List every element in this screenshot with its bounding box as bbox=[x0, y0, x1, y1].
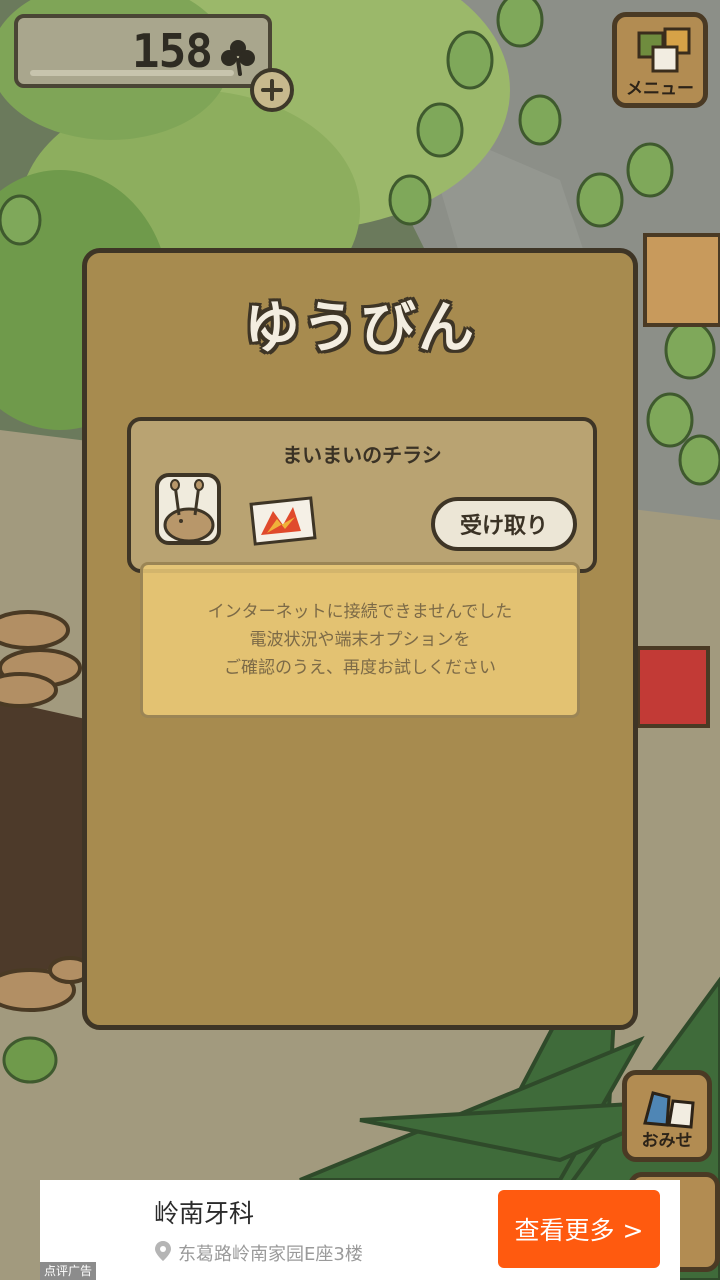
ad-title: 岭南牙科 bbox=[154, 1199, 255, 1228]
ad-address: 东葛路岭南家园E座3楼 bbox=[178, 1244, 363, 1265]
menu-button[interactable]: メニュー bbox=[612, 12, 708, 108]
menu-label: メニュー bbox=[626, 79, 694, 99]
location-pin-icon bbox=[155, 1241, 171, 1261]
error-line-2: 電波状況や端末オプションを bbox=[249, 630, 471, 650]
receive-button[interactable]: 受け取り bbox=[431, 497, 577, 551]
mail-item: まいまいのチラシ 受け取り bbox=[127, 417, 597, 573]
connection-error-toast: インターネットに接続できませんでした 電波状況や端末オプションを ご確認のうえ、… bbox=[140, 562, 580, 718]
error-line-3: ご確認のうえ、再度お試しください bbox=[224, 658, 496, 678]
error-line-1: インターネットに接続できませんでした bbox=[207, 602, 513, 622]
shop-button[interactable]: おみせ bbox=[622, 1070, 712, 1162]
add-clover-button[interactable] bbox=[250, 68, 294, 112]
ad-cta-button[interactable]: 查看更多 > bbox=[498, 1190, 660, 1268]
clover-icon bbox=[221, 40, 255, 76]
shop-label: おみせ bbox=[641, 1131, 693, 1151]
counter-underline bbox=[30, 70, 234, 76]
ad-banner[interactable]: 岭南牙科 东葛路岭南家园E座3楼 查看更多 > bbox=[40, 1180, 680, 1280]
menu-cards-icon bbox=[637, 27, 691, 73]
snail-avatar-icon bbox=[155, 473, 221, 545]
plus-icon bbox=[261, 79, 283, 101]
mail-title: ゆうびん bbox=[244, 296, 476, 361]
clover-counter: 158 bbox=[14, 14, 272, 88]
shop-bags-icon bbox=[643, 1091, 695, 1129]
flyer-icon bbox=[249, 496, 317, 546]
mail-item-title: まいまいのチラシ bbox=[282, 443, 442, 467]
ad-label: 点评广告 bbox=[40, 1262, 97, 1280]
